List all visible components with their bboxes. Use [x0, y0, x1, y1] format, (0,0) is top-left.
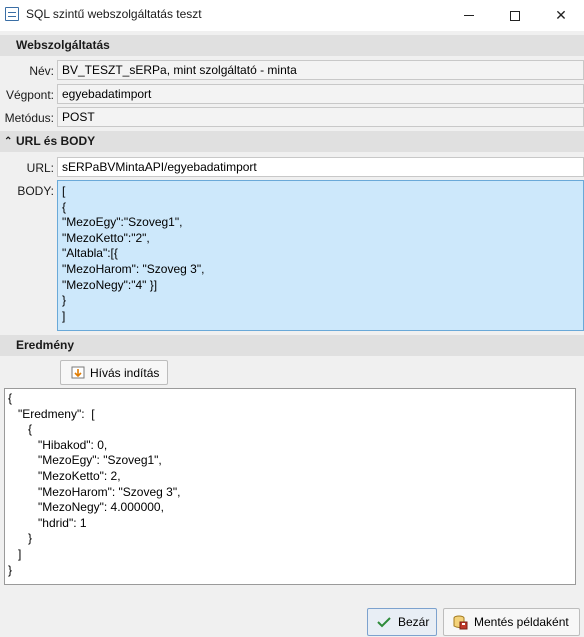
- title-bar: SQL szintű webszolgáltatás teszt ✕: [0, 0, 584, 31]
- close-icon: ✕: [555, 7, 567, 23]
- endpoint-label: Végpont:: [5, 88, 54, 102]
- section-url-body[interactable]: ⌃ URL és BODY: [0, 131, 584, 152]
- section-url-body-title: URL és BODY: [16, 134, 96, 148]
- window-title: SQL szintű webszolgáltatás teszt: [26, 7, 202, 21]
- body-textarea[interactable]: [ { "MezoEgy":"Szoveg1", "MezoKetto":"2"…: [57, 180, 584, 331]
- section-webservice: Webszolgáltatás: [0, 35, 584, 56]
- maximize-icon: [510, 10, 520, 21]
- collapse-chevron-icon[interactable]: ⌃: [4, 131, 12, 152]
- maximize-button[interactable]: [492, 0, 538, 31]
- app-icon: [5, 7, 19, 21]
- start-call-button[interactable]: Hívás indítás: [60, 360, 168, 385]
- name-field[interactable]: BV_TESZT_sERPa, mint szolgáltató - minta: [57, 60, 584, 80]
- method-label: Metódus:: [4, 111, 54, 125]
- section-result: Eredmény: [0, 335, 584, 356]
- save-example-button[interactable]: Mentés példaként: [443, 608, 580, 636]
- result-textarea[interactable]: { "Eredmeny": [ { "Hibakod": 0, "MezoEgy…: [4, 388, 576, 585]
- endpoint-field[interactable]: egyebadatimport: [57, 84, 584, 104]
- close-dialog-button[interactable]: Bezár: [367, 608, 437, 636]
- body-label: BODY:: [17, 184, 54, 198]
- minimize-button[interactable]: [446, 0, 492, 31]
- close-window-button[interactable]: ✕: [538, 0, 584, 31]
- section-webservice-title: Webszolgáltatás: [16, 38, 110, 52]
- method-field[interactable]: POST: [57, 107, 584, 127]
- call-icon: [71, 366, 85, 380]
- close-dialog-label: Bezár: [398, 615, 430, 629]
- minimize-icon: [464, 15, 474, 16]
- start-call-label: Hívás indítás: [90, 365, 160, 380]
- checkmark-icon: [376, 614, 392, 630]
- section-result-title: Eredmény: [16, 338, 75, 352]
- url-label: URL:: [26, 161, 54, 175]
- name-label: Név:: [29, 64, 54, 78]
- save-example-label: Mentés példaként: [474, 615, 569, 629]
- url-input[interactable]: sERPaBVMintaAPI/egyebadatimport: [57, 157, 584, 177]
- save-database-icon: [452, 614, 468, 630]
